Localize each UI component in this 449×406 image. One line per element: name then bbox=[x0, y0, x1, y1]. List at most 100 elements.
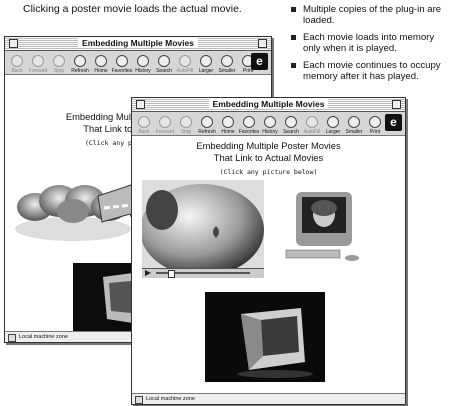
toolbar-button-refresh[interactable]: Refresh bbox=[197, 116, 217, 135]
search-icon bbox=[285, 116, 297, 128]
history-icon bbox=[264, 116, 276, 128]
imac-face-image bbox=[278, 188, 368, 273]
bullet-square-icon bbox=[291, 63, 296, 68]
page-subheading: (Click any pi bbox=[85, 139, 136, 147]
bullet-item: Each movie loads into memory only when i… bbox=[290, 32, 448, 54]
movie-controller[interactable] bbox=[142, 268, 264, 278]
toolbar-button-favorites[interactable]: Favorites bbox=[112, 55, 132, 74]
toolbar-button-stop[interactable]: Stop bbox=[176, 116, 196, 135]
autofill-icon bbox=[179, 55, 191, 67]
larger-text-icon bbox=[327, 116, 339, 128]
toolbar-button-label: Favorites bbox=[111, 68, 133, 74]
toolbar-button-label: Home bbox=[94, 68, 108, 74]
refresh-icon bbox=[74, 55, 86, 67]
stop-icon bbox=[53, 55, 65, 67]
window-title: Embedding Multiple Movies bbox=[78, 38, 198, 48]
poster-movie-imac-face[interactable] bbox=[278, 188, 368, 273]
print-icon bbox=[369, 116, 381, 128]
bullet-square-icon bbox=[291, 7, 296, 12]
toolbar-button-history[interactable]: History bbox=[133, 55, 153, 74]
toolbar-button-history[interactable]: History bbox=[260, 116, 280, 135]
toolbar-button-label: Forward bbox=[28, 68, 48, 74]
home-icon bbox=[95, 55, 107, 67]
toolbar-button-search[interactable]: Search bbox=[154, 55, 174, 74]
play-icon[interactable] bbox=[145, 270, 151, 276]
imac-closeup-image bbox=[142, 180, 264, 278]
page-content: Embedding Multiple Poster Movies That Li… bbox=[132, 136, 405, 393]
favorites-icon bbox=[116, 55, 128, 67]
toolbar-button-favorites[interactable]: Favorites bbox=[239, 116, 259, 135]
bullet-item: Multiple copies of the plug-in are loade… bbox=[290, 4, 448, 26]
zone-icon bbox=[135, 396, 143, 404]
toolbar-button-larger[interactable]: Larger bbox=[196, 55, 216, 74]
toolbar-button-forward[interactable]: Forward bbox=[155, 116, 175, 135]
close-box-icon[interactable] bbox=[9, 39, 18, 48]
autofill-icon bbox=[306, 116, 318, 128]
playing-movie[interactable] bbox=[142, 180, 264, 278]
toolbar-button-smaller[interactable]: Smaller bbox=[217, 55, 237, 74]
toolbar-button-label: Search bbox=[156, 68, 172, 74]
toolbar-button-label: History bbox=[262, 129, 278, 135]
toolbar-button-label: Home bbox=[221, 129, 235, 135]
stop-icon bbox=[180, 116, 192, 128]
toolbar-button-forward[interactable]: Forward bbox=[28, 55, 48, 74]
toolbar-button-label: Forward bbox=[155, 129, 175, 135]
toolbar-button-larger[interactable]: Larger bbox=[323, 116, 343, 135]
poster-movie-imac-single[interactable] bbox=[73, 263, 133, 331]
toolbar-button-home[interactable]: Home bbox=[91, 55, 111, 74]
figure-caption: Clicking a poster movie loads the actual… bbox=[23, 3, 242, 15]
back-arrow-icon bbox=[138, 116, 150, 128]
smaller-text-icon bbox=[221, 55, 233, 67]
zone-icon bbox=[8, 334, 16, 342]
toolbar-button-back[interactable]: Back bbox=[7, 55, 27, 74]
zoom-box-icon[interactable] bbox=[392, 100, 401, 109]
toolbar-button-smaller[interactable]: Smaller bbox=[344, 116, 364, 135]
bullet-square-icon bbox=[291, 35, 296, 40]
toolbar-button-label: Back bbox=[138, 129, 150, 135]
toolbar-button-label: Favorites bbox=[238, 129, 260, 135]
close-box-icon[interactable] bbox=[136, 100, 145, 109]
toolbar-button-label: Stop bbox=[53, 68, 65, 74]
toolbar-button-home[interactable]: Home bbox=[218, 116, 238, 135]
window-title: Embedding Multiple Movies bbox=[208, 99, 329, 109]
refresh-icon bbox=[201, 116, 213, 128]
toolbar-button-label: Larger bbox=[198, 68, 214, 74]
title-bar[interactable]: Embedding Multiple Movies bbox=[132, 98, 405, 112]
smaller-text-icon bbox=[348, 116, 360, 128]
toolbar-button-print[interactable]: Print bbox=[365, 116, 385, 135]
zoom-box-icon[interactable] bbox=[258, 39, 267, 48]
toolbar-button-label: Search bbox=[283, 129, 299, 135]
toolbar-button-refresh[interactable]: Refresh bbox=[70, 55, 90, 74]
poster-movie-imac-single[interactable] bbox=[205, 292, 325, 382]
page-subheading: (Click any picture below) bbox=[219, 168, 318, 176]
toolbar-button-autofill[interactable]: AutoFill bbox=[302, 116, 322, 135]
toolbar-button-label: Refresh bbox=[71, 68, 89, 74]
toolbar-button-label: Smaller bbox=[345, 129, 363, 135]
browser-toolbar: Back Forward Stop Refresh Home Favorites Histo… bbox=[5, 51, 271, 75]
toolbar-button-label: History bbox=[135, 68, 151, 74]
title-bar[interactable]: Embedding Multiple Movies bbox=[5, 37, 271, 51]
browser-window-front: Embedding Multiple Movies Back Forward Sto… bbox=[131, 97, 406, 405]
browser-logo-icon: e bbox=[251, 53, 268, 70]
toolbar-button-autofill[interactable]: AutoFill bbox=[175, 55, 195, 74]
home-icon bbox=[222, 116, 234, 128]
toolbar-button-label: Larger bbox=[325, 129, 341, 135]
back-arrow-icon bbox=[11, 55, 23, 67]
toolbar-button-stop[interactable]: Stop bbox=[49, 55, 69, 74]
toolbar-button-label: Stop bbox=[180, 129, 192, 135]
forward-arrow-icon bbox=[32, 55, 44, 67]
toolbar-button-label: AutoFill bbox=[176, 68, 194, 74]
movie-playhead[interactable] bbox=[168, 270, 175, 278]
favorites-icon bbox=[243, 116, 255, 128]
toolbar-button-search[interactable]: Search bbox=[281, 116, 301, 135]
status-bar: Local machine zone bbox=[132, 393, 405, 404]
toolbar-button-label: Smaller bbox=[218, 68, 236, 74]
imac-single-image bbox=[205, 292, 325, 382]
toolbar-button-label: AutoFill bbox=[303, 129, 321, 135]
larger-text-icon bbox=[200, 55, 212, 67]
bullet-item: Each movie continues to occupy memory af… bbox=[290, 60, 448, 82]
toolbar-button-back[interactable]: Back bbox=[134, 116, 154, 135]
forward-arrow-icon bbox=[159, 116, 171, 128]
toolbar-button-label: Print bbox=[369, 129, 381, 135]
toolbar-button-label: Refresh bbox=[198, 129, 216, 135]
